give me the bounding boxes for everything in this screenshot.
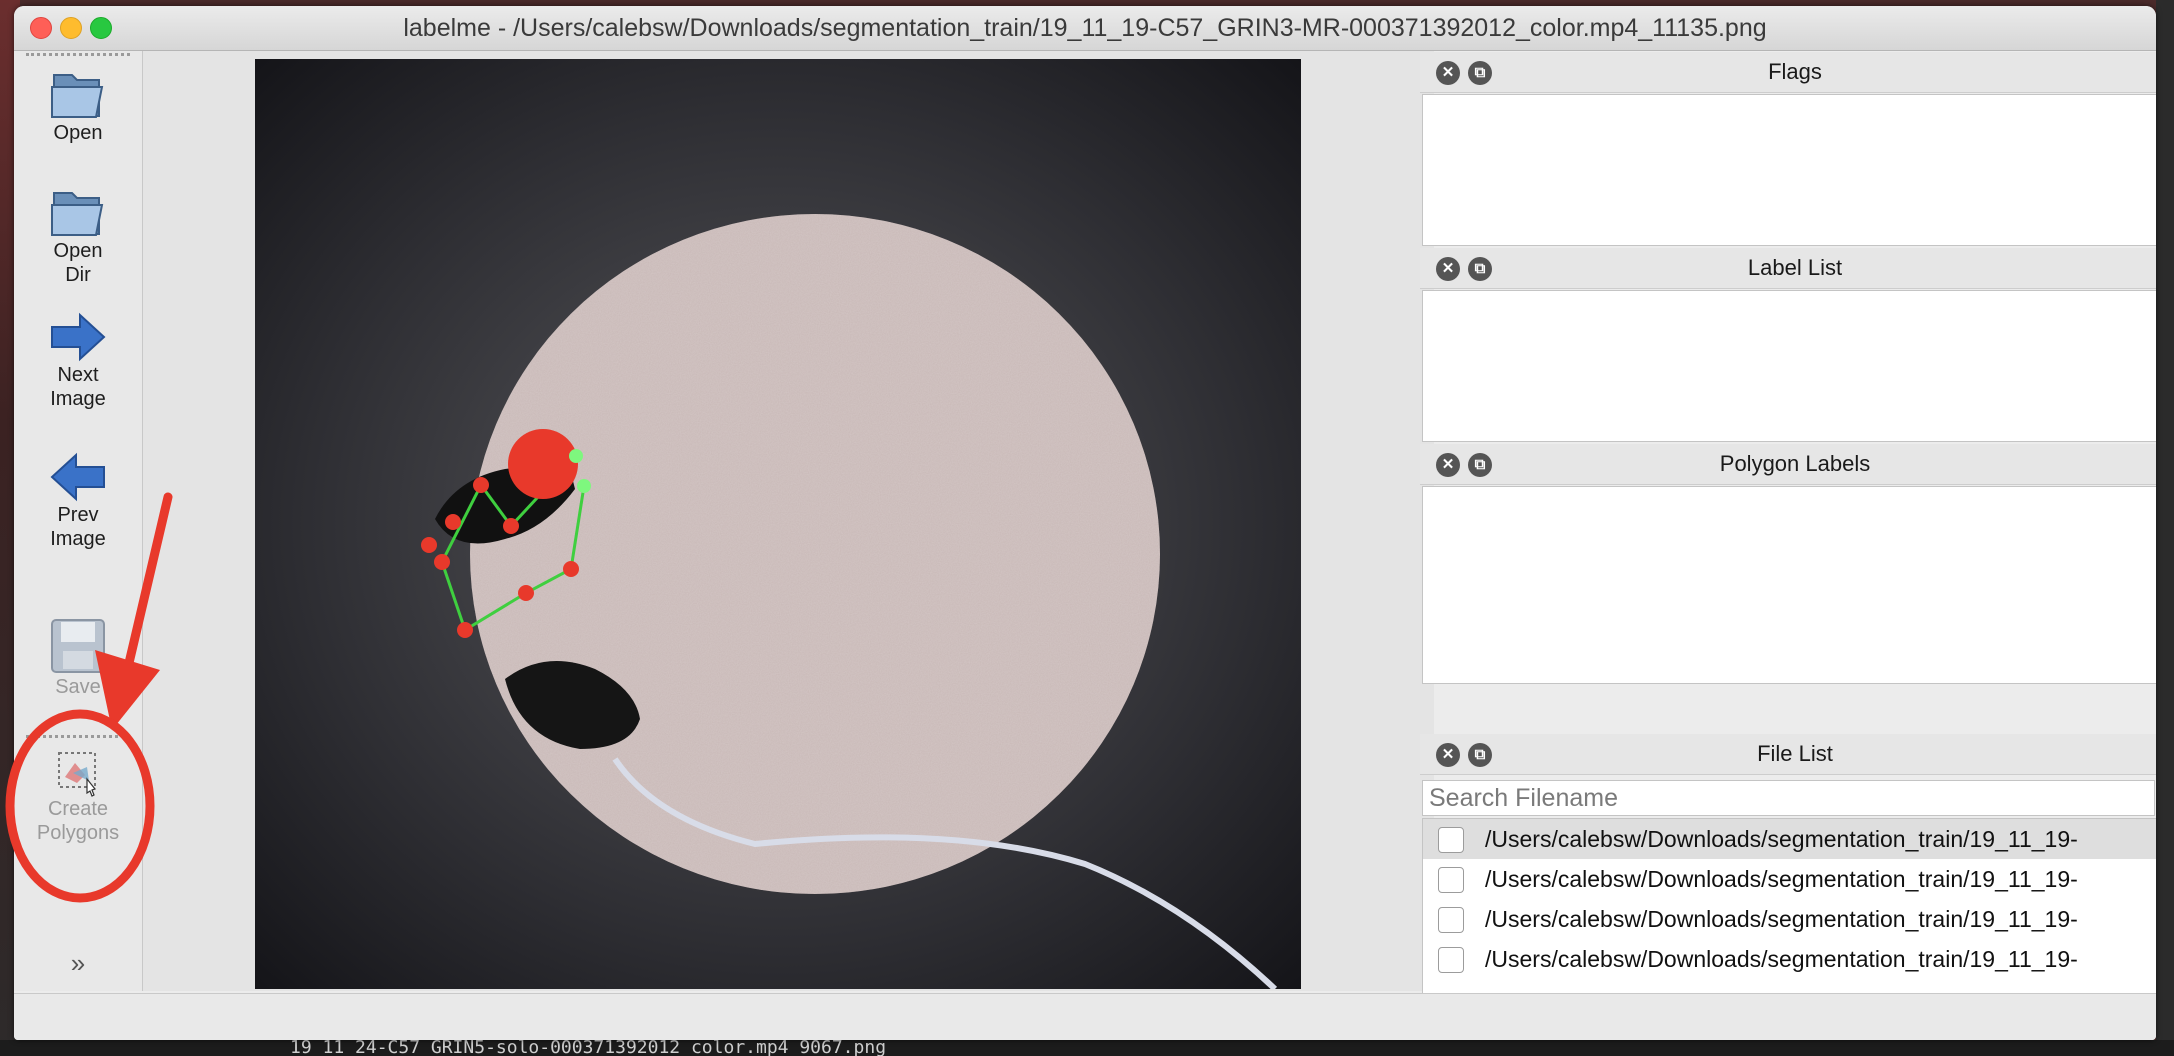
float-dock-icon[interactable]: ⧉	[1468, 743, 1492, 767]
file-list-item[interactable]: /Users/calebsw/Downloads/segmentation_tr…	[1423, 899, 2156, 939]
tool-bar: Open Open Dir Next Image Prev Image Save…	[14, 51, 143, 991]
open-dir-button[interactable]: Open Dir	[14, 183, 142, 303]
file-list-item[interactable]: /Users/calebsw/Downloads/segmentation_tr…	[1423, 939, 2156, 979]
polygon-active-vertex[interactable]	[569, 449, 583, 463]
float-dock-icon[interactable]: ⧉	[1468, 61, 1492, 85]
toolbar-grip[interactable]	[26, 53, 130, 56]
file-list-dock-header: File List ✕ ⧉	[1420, 734, 2156, 775]
flags-dock-title: Flags	[1768, 59, 1822, 84]
toolbar-more-button[interactable]: »	[14, 948, 142, 981]
save-label: Save	[55, 676, 101, 698]
close-icon[interactable]: ✕	[1436, 743, 1460, 767]
polygon-start-point-highlight[interactable]	[508, 429, 578, 499]
file-path: /Users/calebsw/Downloads/segmentation_tr…	[1485, 826, 2078, 852]
window-title: labelme - /Users/calebsw/Downloads/segme…	[403, 14, 1767, 42]
file-list-item[interactable]: /Users/calebsw/Downloads/segmentation_tr…	[1423, 859, 2156, 899]
file-checkbox[interactable]	[1438, 907, 1464, 933]
background-terminal-text: 19_11_24-C57_GRIN5-solo-000371392012_col…	[290, 1040, 887, 1056]
file-checkbox[interactable]	[1438, 947, 1464, 973]
file-list-item[interactable]: /Users/calebsw/Downloads/segmentation_tr…	[1423, 819, 2156, 859]
floppy-disk-icon	[51, 619, 105, 673]
save-button[interactable]: Save	[14, 617, 142, 721]
file-list-dock-title: File List	[1757, 741, 1833, 766]
polygon-labels-dock-header: Polygon Labels ✕ ⧉	[1420, 444, 2156, 485]
prev-image-button[interactable]: Prev Image	[14, 451, 142, 575]
toolbar-separator	[26, 735, 130, 738]
arrow-left-icon	[50, 452, 105, 502]
image-canvas[interactable]	[255, 59, 1301, 989]
create-polygon-icon	[58, 752, 97, 797]
folder-open-icon	[51, 74, 104, 118]
float-dock-icon[interactable]: ⧉	[1468, 257, 1492, 281]
file-checkbox[interactable]	[1438, 827, 1464, 853]
file-list[interactable]: /Users/calebsw/Downloads/segmentation_tr…	[1422, 818, 2156, 994]
file-path: /Users/calebsw/Downloads/segmentation_tr…	[1485, 946, 2078, 972]
minimize-window-button[interactable]	[60, 17, 82, 39]
next-image-label: Next Image	[50, 364, 106, 410]
flags-list[interactable]	[1422, 94, 2156, 246]
file-path: /Users/calebsw/Downloads/segmentation_tr…	[1485, 906, 2078, 932]
polygon-labels-list[interactable]	[1422, 486, 2156, 684]
file-checkbox[interactable]	[1438, 867, 1464, 893]
open-label: Open	[53, 122, 103, 144]
next-image-button[interactable]: Next Image	[14, 311, 142, 435]
float-dock-icon[interactable]: ⧉	[1468, 453, 1492, 477]
status-bar	[14, 993, 2156, 1040]
annotated-image[interactable]	[255, 59, 1301, 989]
labelme-window: labelme - /Users/calebsw/Downloads/segme…	[14, 6, 2156, 1040]
open-button[interactable]: Open	[14, 65, 142, 175]
label-list[interactable]	[1422, 290, 2156, 442]
close-icon[interactable]: ✕	[1436, 61, 1460, 85]
chevron-double-down-icon: »	[70, 948, 86, 978]
close-window-button[interactable]	[30, 17, 52, 39]
create-polygons-label: Create Polygons	[36, 798, 120, 844]
flags-dock-header: Flags ✕ ⧉	[1420, 52, 2156, 93]
search-filename-input[interactable]: Search Filename	[1422, 780, 2155, 816]
open-dir-label: Open Dir	[53, 240, 103, 286]
polygon-labels-dock-title: Polygon Labels	[1719, 451, 1871, 476]
label-list-dock-header: Label List ✕ ⧉	[1420, 248, 2156, 289]
label-list-dock-title: Label List	[1747, 255, 1843, 280]
file-path: /Users/calebsw/Downloads/segmentation_tr…	[1485, 866, 2078, 892]
close-icon[interactable]: ✕	[1436, 453, 1460, 477]
desktop-background	[2156, 0, 2174, 1056]
polygon-cursor-vertex[interactable]	[577, 479, 591, 493]
folder-open-icon	[51, 192, 104, 236]
prev-image-label: Prev Image	[50, 504, 106, 550]
arrow-right-icon	[51, 312, 106, 362]
zoom-window-button[interactable]	[90, 17, 112, 39]
create-polygons-button[interactable]: Create Polygons	[14, 747, 142, 865]
close-icon[interactable]: ✕	[1436, 257, 1460, 281]
